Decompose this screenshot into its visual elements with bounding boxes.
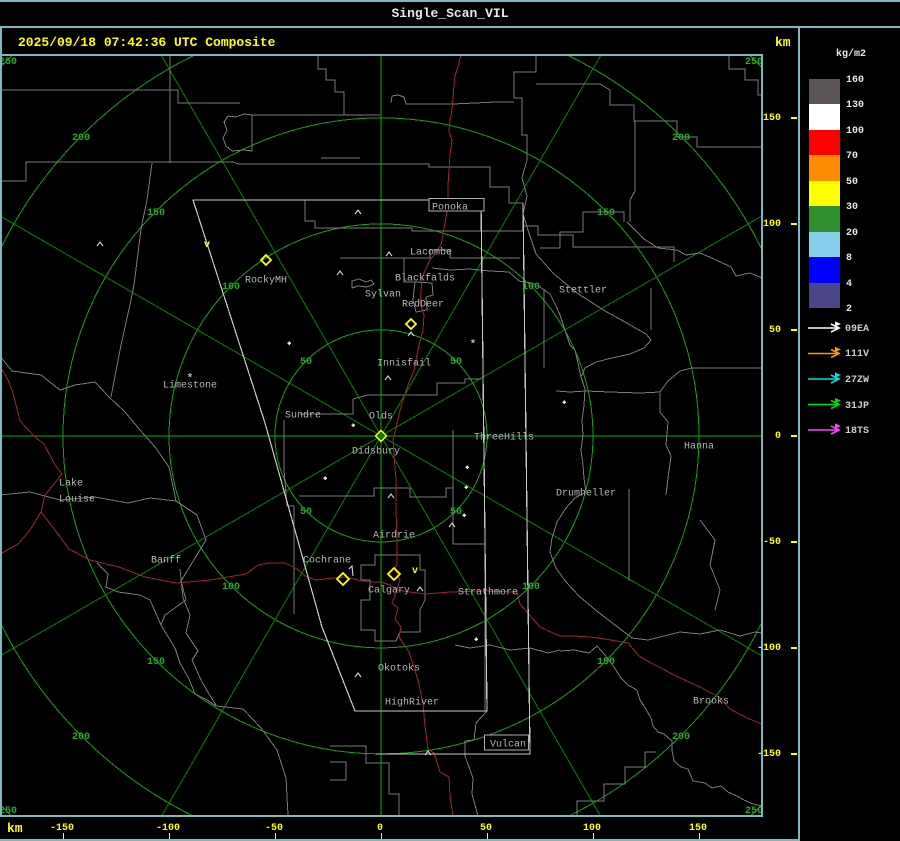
svg-text:Innisfail: Innisfail xyxy=(377,358,431,370)
svg-text:Brooks: Brooks xyxy=(693,696,729,708)
svg-text:Louise: Louise xyxy=(59,494,95,506)
svg-text:50: 50 xyxy=(300,507,312,518)
svg-text:Ponoka: Ponoka xyxy=(432,202,468,214)
svg-text:100: 100 xyxy=(222,582,240,593)
svg-text:*: * xyxy=(469,338,476,352)
svg-text:Stettler: Stettler xyxy=(559,285,607,297)
svg-text:250: 250 xyxy=(745,57,763,68)
svg-text:Strathmore: Strathmore xyxy=(458,587,518,599)
svg-text:150: 150 xyxy=(597,657,615,668)
svg-text:Drumheller: Drumheller xyxy=(556,488,616,500)
svg-text:150: 150 xyxy=(147,208,165,219)
svg-text:HighRiver: HighRiver xyxy=(385,697,439,709)
svg-text:Hanna: Hanna xyxy=(684,442,714,453)
svg-text:250: 250 xyxy=(0,57,17,68)
svg-text:200: 200 xyxy=(72,732,90,743)
svg-text:Blackfalds: Blackfalds xyxy=(395,273,455,285)
svg-text:ThreeHills: ThreeHills xyxy=(474,432,534,444)
svg-text:50: 50 xyxy=(300,357,312,368)
svg-text:Olds: Olds xyxy=(369,411,393,423)
svg-text:Didsbury: Didsbury xyxy=(352,446,400,458)
svg-text:Sylvan: Sylvan xyxy=(365,289,401,301)
svg-text:Banff: Banff xyxy=(151,555,181,567)
svg-text:v: v xyxy=(412,566,418,577)
svg-text:RedDeer: RedDeer xyxy=(402,299,444,311)
svg-text:50: 50 xyxy=(450,357,462,368)
svg-text:Limestone: Limestone xyxy=(163,380,217,392)
svg-text:Sundre: Sundre xyxy=(285,410,321,422)
svg-text:100: 100 xyxy=(522,582,540,593)
svg-text:200: 200 xyxy=(672,732,690,743)
svg-text:Lake: Lake xyxy=(59,478,83,490)
svg-text:150: 150 xyxy=(147,657,165,668)
svg-text:Calgary: Calgary xyxy=(368,585,410,597)
svg-text:Cochrane: Cochrane xyxy=(303,555,351,567)
svg-text:Vulcan: Vulcan xyxy=(490,739,526,751)
svg-text:Okotoks: Okotoks xyxy=(378,663,420,675)
svg-text:150: 150 xyxy=(597,208,615,219)
svg-text:50: 50 xyxy=(450,507,462,518)
svg-text:RockyMH: RockyMH xyxy=(245,275,287,287)
svg-text:v: v xyxy=(204,240,210,251)
svg-text:Airdrie: Airdrie xyxy=(373,530,415,542)
svg-text:100: 100 xyxy=(522,282,540,293)
svg-text:100: 100 xyxy=(222,282,240,293)
svg-text:Lacombe: Lacombe xyxy=(410,247,452,259)
svg-text:200: 200 xyxy=(672,133,690,144)
svg-text:200: 200 xyxy=(72,133,90,144)
